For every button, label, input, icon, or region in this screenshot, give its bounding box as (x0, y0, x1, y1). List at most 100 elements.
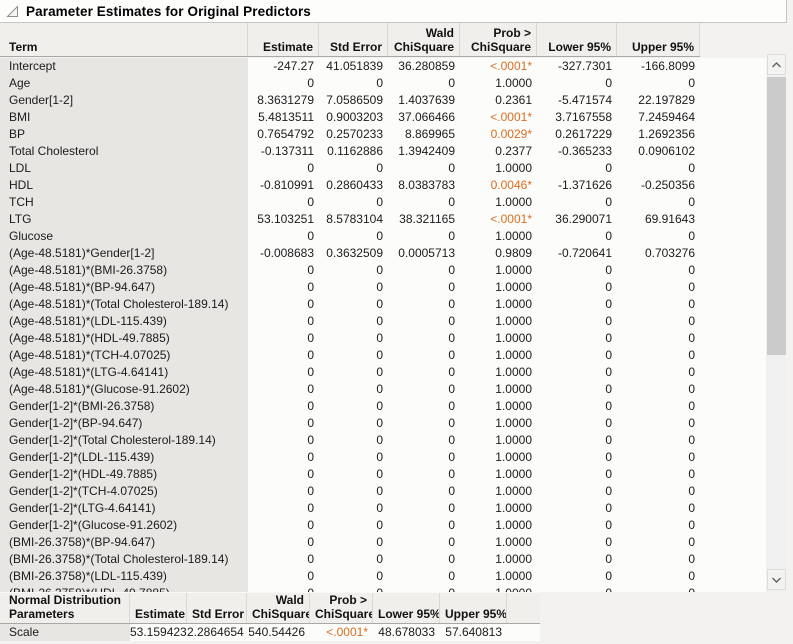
term-cell: Scale (0, 624, 130, 641)
wald-chisquare-cell: 0 (388, 398, 460, 415)
wald-chisquare-cell: 0 (388, 551, 460, 568)
row-filler (700, 517, 766, 534)
table-row[interactable]: BP0.76547920.25702338.8699650.0029*0.261… (0, 126, 766, 143)
table-row[interactable]: HDL-0.8109910.28604338.03837830.0046*-1.… (0, 177, 766, 194)
term-cell: HDL (0, 177, 248, 194)
estimate-cell: 0 (248, 75, 319, 92)
prob-chisquare-cell: 1.0000 (460, 160, 537, 177)
prob-chisquare-cell: 1.0000 (460, 381, 537, 398)
table-row[interactable]: Gender[1-2]*(BMI-26.3758)0001.000000 (0, 398, 766, 415)
scrollbar-thumb[interactable] (767, 77, 786, 355)
row-filler (700, 143, 766, 160)
table-row[interactable]: Gender[1-2]*(BP-94.647)0001.000000 (0, 415, 766, 432)
wald-chisquare-cell: 38.321165 (388, 211, 460, 228)
prob-chisquare-cell: 1.0000 (460, 262, 537, 279)
wald-chisquare-cell: 0 (388, 449, 460, 466)
wald-chisquare-cell: 0 (388, 432, 460, 449)
column-header-prob-chisquare: Prob > ChiSquare (310, 593, 373, 623)
term-cell: (BMI-26.3758)*(HDL-49.7885) (0, 585, 248, 592)
table-row[interactable]: Age0001.000000 (0, 75, 766, 92)
term-cell: BMI (0, 109, 248, 126)
table-row[interactable]: (BMI-26.3758)*(LDL-115.439)0001.000000 (0, 568, 766, 585)
prob-chisquare-cell: <.0001* (460, 58, 537, 75)
upper-95-cell: 1.2692356 (617, 126, 700, 143)
estimate-cell: 0 (248, 466, 319, 483)
table-row[interactable]: LTG53.1032518.578310438.321165<.0001*36.… (0, 211, 766, 228)
prob-chisquare-cell: 1.0000 (460, 568, 537, 585)
table-row[interactable]: (Age-48.5181)*(HDL-49.7885)0001.000000 (0, 330, 766, 347)
lower-95-cell: 0 (537, 279, 617, 296)
table-row[interactable]: (BMI-26.3758)*(HDL-49.7885)0001.000000 (0, 585, 766, 592)
estimate-cell: 0 (248, 262, 319, 279)
table-row[interactable]: Gender[1-2]8.36312797.05865091.40376390.… (0, 92, 766, 109)
upper-95-cell: 0 (617, 449, 700, 466)
prob-chisquare-cell: 1.0000 (460, 432, 537, 449)
table-row[interactable]: (Age-48.5181)*(LTG-4.64141)0001.000000 (0, 364, 766, 381)
prob-chisquare-cell: 1.0000 (460, 330, 537, 347)
table-row[interactable]: Gender[1-2]*(LDL-115.439)0001.000000 (0, 449, 766, 466)
disclosure-triangle-icon[interactable] (6, 5, 19, 18)
upper-95-cell: 0 (617, 398, 700, 415)
column-header-estimate: Estimate (248, 23, 319, 56)
column-header-estimate: Estimate (130, 593, 187, 623)
table-row[interactable]: Glucose0001.000000 (0, 228, 766, 245)
table-row[interactable]: BMI5.48135110.900320337.066466<.0001*3.7… (0, 109, 766, 126)
table-row[interactable]: (Age-48.5181)*(Total Cholesterol-189.14)… (0, 296, 766, 313)
bottom-table-rows: Scale53.1594232.2864654540.54426<.0001*4… (0, 624, 540, 641)
table-row[interactable]: (Age-48.5181)*(LDL-115.439)0001.000000 (0, 313, 766, 330)
wald-chisquare-cell: 0 (388, 585, 460, 592)
table-row[interactable]: Gender[1-2]*(TCH-4.07025)0001.000000 (0, 483, 766, 500)
lower-95-cell: -1.371626 (537, 177, 617, 194)
lower-95-cell: 0 (537, 534, 617, 551)
term-cell: Gender[1-2]*(TCH-4.07025) (0, 483, 248, 500)
chevron-down-icon (771, 571, 782, 589)
table-row[interactable]: (BMI-26.3758)*(BP-94.647)0001.000000 (0, 534, 766, 551)
scroll-up-button[interactable] (767, 54, 786, 75)
lower-95-cell: 0 (537, 364, 617, 381)
table-row[interactable]: TCH0001.000000 (0, 194, 766, 211)
table-row[interactable]: (BMI-26.3758)*(Total Cholesterol-189.14)… (0, 551, 766, 568)
table-row[interactable]: Intercept-247.2741.05183936.280859<.0001… (0, 58, 766, 75)
term-cell: BP (0, 126, 248, 143)
vertical-scrollbar[interactable] (767, 54, 786, 590)
std-error-cell: 0 (319, 517, 388, 534)
lower-95-cell: 0 (537, 381, 617, 398)
table-row[interactable]: Total Cholesterol-0.1373110.11628861.394… (0, 143, 766, 160)
upper-95-cell: 7.2459464 (617, 109, 700, 126)
term-cell: Intercept (0, 58, 248, 75)
report-section-header[interactable]: Parameter Estimates for Original Predict… (0, 0, 787, 23)
std-error-cell: 0 (319, 466, 388, 483)
table-row[interactable]: (Age-48.5181)*(BMI-26.3758)0001.000000 (0, 262, 766, 279)
table-row[interactable]: (Age-48.5181)*(TCH-4.07025)0001.000000 (0, 347, 766, 364)
table-row[interactable]: LDL0001.000000 (0, 160, 766, 177)
column-header-std-error: Std Error (319, 23, 388, 56)
table-row[interactable]: Gender[1-2]*(LTG-4.64141)0001.000000 (0, 500, 766, 517)
wald-chisquare-cell: 0 (388, 228, 460, 245)
term-cell: LTG (0, 211, 248, 228)
table-row[interactable]: Gender[1-2]*(Total Cholesterol-189.14)00… (0, 432, 766, 449)
chevron-up-icon (771, 56, 782, 74)
std-error-cell: 0 (319, 381, 388, 398)
estimate-cell: 0 (248, 551, 319, 568)
std-error-cell: 8.5783104 (319, 211, 388, 228)
upper-95-cell: 0 (617, 568, 700, 585)
term-cell: TCH (0, 194, 248, 211)
lower-95-cell: 0 (537, 415, 617, 432)
estimate-cell: -0.137311 (248, 143, 319, 160)
table-row[interactable]: Gender[1-2]*(HDL-49.7885)0001.000000 (0, 466, 766, 483)
table-row[interactable]: (Age-48.5181)*(BP-94.647)0001.000000 (0, 279, 766, 296)
row-filler (700, 466, 766, 483)
scroll-down-button[interactable] (767, 569, 786, 590)
table-row[interactable]: (Age-48.5181)*(Glucose-91.2602)0001.0000… (0, 381, 766, 398)
prob-chisquare-cell: 1.0000 (460, 551, 537, 568)
prob-chisquare-cell: 1.0000 (460, 534, 537, 551)
std-error-cell: 0 (319, 415, 388, 432)
wald-chisquare-cell: 0 (388, 75, 460, 92)
lower-95-cell: 0 (537, 330, 617, 347)
column-header-std-error: Std Error (187, 593, 247, 623)
std-error-cell: 2.2864654 (187, 624, 247, 641)
table-row[interactable]: (Age-48.5181)*Gender[1-2]-0.0086830.3632… (0, 245, 766, 262)
table-row[interactable]: Scale53.1594232.2864654540.54426<.0001*4… (0, 624, 540, 641)
table-row[interactable]: Gender[1-2]*(Glucose-91.2602)0001.000000 (0, 517, 766, 534)
row-filler (700, 211, 766, 228)
